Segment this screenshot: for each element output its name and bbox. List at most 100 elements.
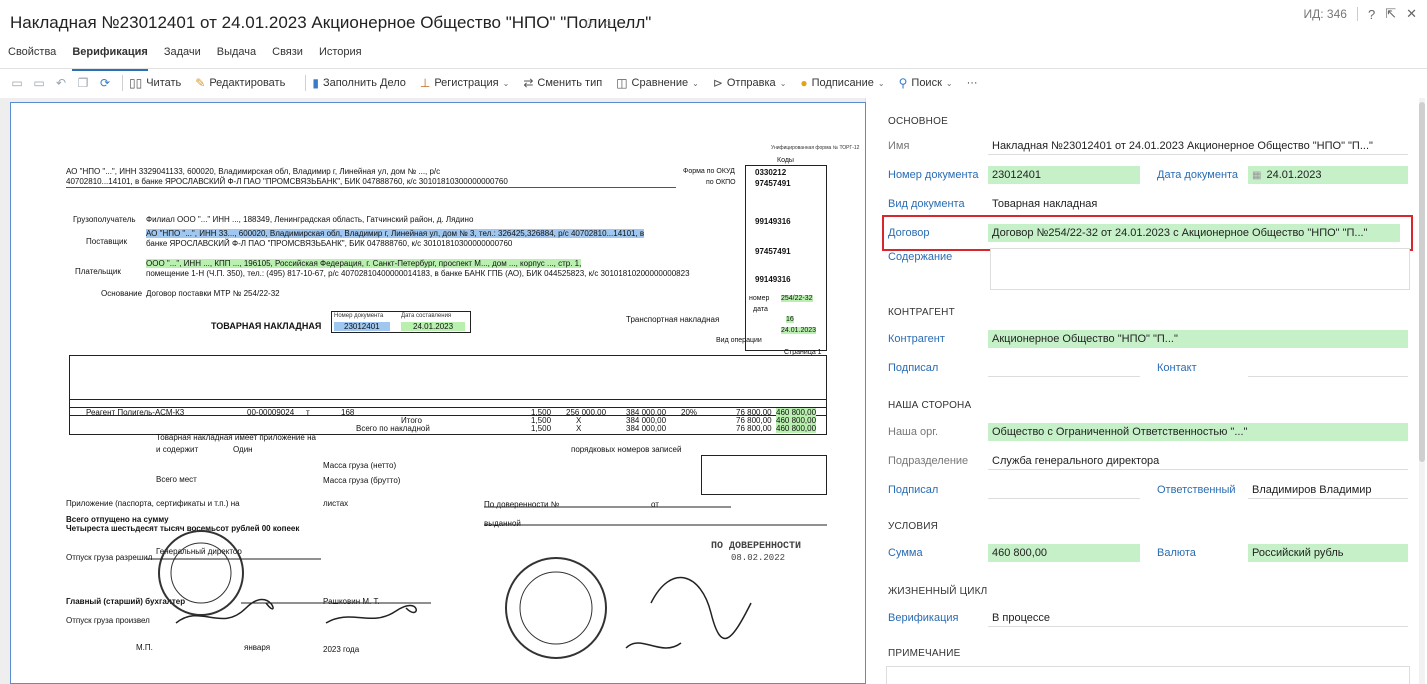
page-title: Накладная №23012401 от 24.01.2023 Акцион… — [10, 13, 652, 32]
section-note: ПРИМЕЧАНИЕ — [888, 648, 961, 659]
read-button[interactable]: ▯▯ Читать — [129, 76, 181, 90]
scrollbar-thumb[interactable] — [1419, 102, 1425, 462]
doctype-label[interactable]: Вид документа — [888, 198, 965, 210]
counterparty-label[interactable]: Контрагент — [888, 333, 945, 345]
more-icon: ··· — [966, 77, 978, 89]
refresh-icon[interactable]: ⟳ — [94, 76, 116, 90]
header-right: ИД: 346 ? ⇱ ✕ — [1304, 6, 1418, 22]
registration-button[interactable]: ⊥ Регистрация ⌄ — [420, 76, 509, 90]
tabs-divider — [0, 68, 1427, 69]
responsible-field[interactable]: Владимиров Владимир — [1248, 481, 1408, 499]
docdate-field[interactable]: ▦ 24.01.2023 — [1248, 166, 1408, 184]
contract-label[interactable]: Договор — [888, 227, 930, 239]
verification-label[interactable]: Верификация — [888, 612, 959, 624]
tab-bar: Свойства Верификация Задачи Выдача Связи… — [0, 44, 370, 71]
our-signed-label[interactable]: Подписал — [888, 484, 938, 496]
circle-icon[interactable]: ○ — [604, 15, 612, 30]
toolbar: ▭ ▭ ↶ ❐ ⟳ ▯▯ Читать ✎ Редактировать ▮ За… — [0, 70, 1427, 96]
doctype-field[interactable]: Товарная накладная — [988, 195, 1408, 213]
docnum-label[interactable]: Номер документа — [888, 169, 979, 181]
app-window: Накладная №23012401 от 24.01.2023 Акцион… — [0, 0, 1427, 684]
change-type-label: Сменить тип — [537, 77, 603, 89]
stamp-icon: ⊥ — [419, 76, 431, 90]
properties-form: ОСНОВНОЕ Имя Накладная №23012401 от 24.0… — [868, 98, 1427, 684]
verification-field[interactable]: В процессе — [988, 609, 1408, 627]
chevron-down-icon: ⌄ — [877, 78, 885, 88]
docnum-field[interactable]: 23012401 — [988, 166, 1140, 184]
stamps-and-signatures — [146, 506, 827, 659]
calendar-icon[interactable]: ▦ — [1252, 170, 1261, 181]
id-label: ИД: 346 — [1303, 7, 1347, 21]
help-icon[interactable]: ? — [1368, 7, 1375, 22]
org-field[interactable]: Общество с Ограниченной Ответственностью… — [988, 423, 1408, 441]
edit-label: Редактировать — [209, 77, 286, 89]
contract-field[interactable]: Договор №254/22-32 от 24.01.2023 с Акцио… — [988, 224, 1400, 242]
tab-links[interactable]: Связи — [264, 44, 311, 68]
copy-icon[interactable]: ❐ — [72, 76, 94, 90]
currency-field[interactable]: Российский рубль — [1248, 544, 1408, 562]
book-icon: ▯▯ — [129, 76, 143, 90]
name-label: Имя — [888, 140, 910, 152]
sum-field[interactable]: 460 800,00 — [988, 544, 1140, 562]
name-field[interactable]: Накладная №23012401 от 24.01.2023 Акцион… — [988, 137, 1408, 155]
dept-field[interactable]: Служба генерального директора — [988, 452, 1408, 470]
search-label: Поиск — [911, 77, 942, 89]
search-button[interactable]: ⚲ Поиск ⌄ — [899, 76, 953, 90]
contact-label[interactable]: Контакт — [1157, 362, 1197, 374]
tab-properties[interactable]: Свойства — [0, 44, 64, 68]
note-textarea[interactable] — [886, 666, 1410, 684]
cp-signed-label[interactable]: Подписал — [888, 362, 938, 374]
contact-field[interactable] — [1248, 359, 1408, 377]
chevron-down-icon: ⌄ — [502, 78, 510, 88]
edit-button[interactable]: ✎ Редактировать — [195, 76, 285, 90]
close-icon[interactable]: ✕ — [1406, 6, 1417, 22]
save-icon[interactable]: ▭ — [6, 76, 28, 90]
counterparty-field[interactable]: Акционерное Общество "НПО" "П..." — [988, 330, 1408, 348]
pencil-icon: ✎ — [195, 76, 206, 90]
tab-issuance[interactable]: Выдача — [209, 44, 264, 68]
our-signed-field[interactable] — [988, 481, 1140, 499]
divider — [1356, 7, 1358, 21]
responsible-label[interactable]: Ответственный — [1157, 484, 1236, 496]
registration-label: Регистрация — [434, 77, 499, 89]
section-counterparty: КОНТРАГЕНТ — [888, 307, 955, 318]
change-type-button[interactable]: ⇄ Сменить тип — [523, 76, 602, 90]
chevron-down-icon: ⌄ — [692, 78, 699, 88]
toolbar-divider — [122, 75, 123, 91]
content-textarea[interactable] — [990, 248, 1410, 290]
sum-label[interactable]: Сумма — [888, 547, 923, 559]
scanned-invoice: Унифицированная форма № ТОРГ-12 Коды Фор… — [11, 103, 865, 683]
toolbar-divider — [305, 75, 307, 91]
undo-icon[interactable]: ↶ — [50, 76, 72, 90]
binder-icon: ▮ — [312, 76, 319, 90]
cp-signed-field[interactable] — [988, 359, 1140, 377]
content-label[interactable]: Содержание — [888, 251, 952, 263]
lightbulb-icon: ● — [800, 76, 808, 90]
section-basic: ОСНОВНОЕ — [888, 116, 948, 127]
more-button[interactable]: ··· — [967, 77, 978, 89]
document-viewer[interactable]: Унифицированная форма № ТОРГ-12 Коды Фор… — [0, 98, 866, 684]
docdate-label[interactable]: Дата документа — [1157, 169, 1238, 181]
send-button[interactable]: ⊳ Отправка ⌄ — [713, 76, 787, 90]
currency-label[interactable]: Валюта — [1157, 547, 1196, 559]
section-terms: УСЛОВИЯ — [888, 521, 939, 532]
save-copy-icon[interactable]: ▭ — [28, 76, 50, 90]
tab-verification[interactable]: Верификация — [64, 44, 156, 71]
section-lifecycle: ЖИЗНЕННЫЙ ЦИКЛ — [888, 586, 988, 597]
fill-case-label: Заполнить Дело — [322, 77, 406, 89]
send-label: Отправка — [726, 77, 776, 89]
open-external-icon[interactable]: ⇱ — [1385, 6, 1396, 22]
fill-case-button[interactable]: ▮ Заполнить Дело — [312, 76, 406, 90]
sign-button[interactable]: ● Подписание ⌄ — [800, 76, 884, 90]
tab-history[interactable]: История — [311, 44, 370, 68]
chevron-down-icon: ⌄ — [779, 78, 787, 88]
compare-button[interactable]: ◫ Сравнение ⌄ — [616, 76, 699, 90]
send-icon: ⊳ — [712, 76, 723, 90]
star-icon[interactable]: ☆ — [583, 15, 595, 30]
title-bar: Накладная №23012401 от 24.01.2023 Акцион… — [0, 0, 1427, 40]
chevron-down-icon: ⌄ — [945, 78, 953, 88]
tab-tasks[interactable]: Задачи — [156, 44, 209, 68]
swap-icon: ⇄ — [523, 76, 534, 90]
document-page[interactable]: Унифицированная форма № ТОРГ-12 Коды Фор… — [10, 102, 866, 684]
org-label: Наша орг. — [888, 426, 939, 438]
